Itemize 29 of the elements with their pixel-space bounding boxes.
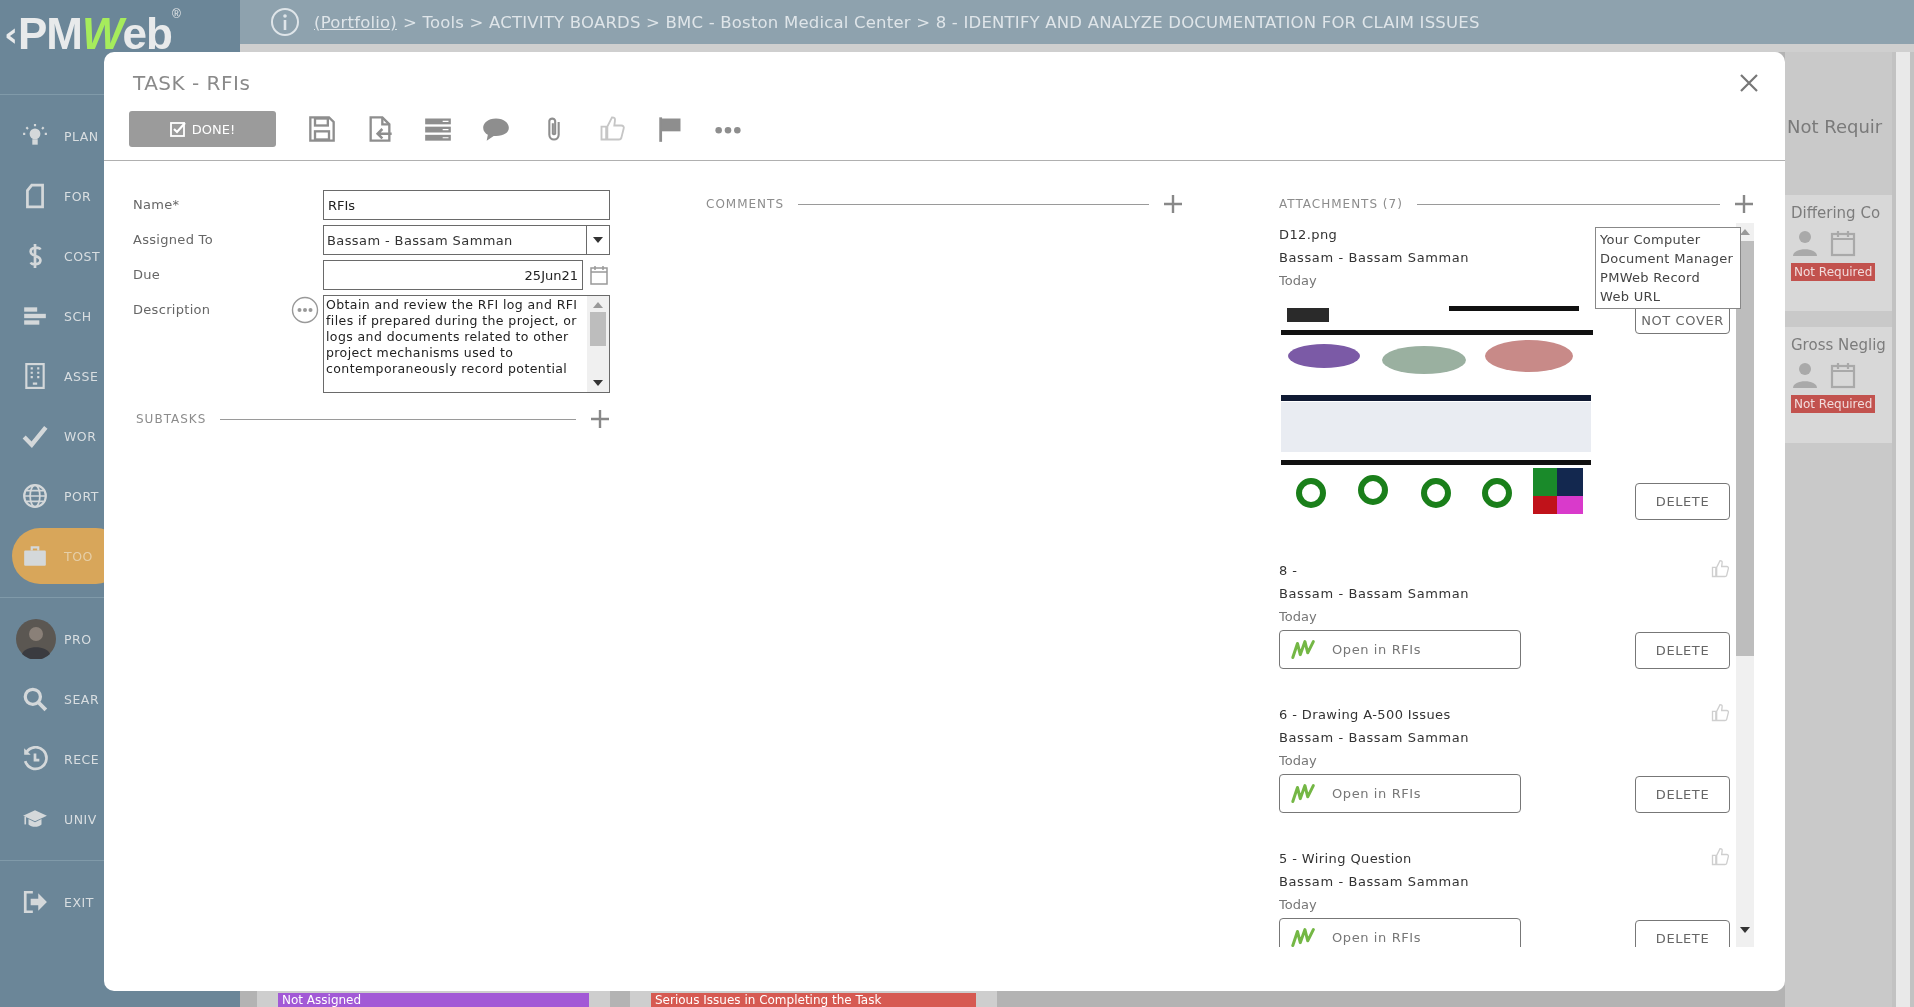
attachment-name: 5 - Wiring Question (1279, 850, 1412, 868)
attachment-date: Today (1279, 752, 1317, 770)
status-tag: Serious Issues in Completing the Task (651, 993, 976, 1007)
field-label: Assigned To (133, 231, 214, 249)
attachment-user: Bassam - Bassam Samman (1279, 873, 1470, 891)
field-label: Due (133, 266, 162, 284)
dialog-title: TASK - RFIs (133, 71, 251, 95)
attachment-date: Today (1279, 896, 1317, 914)
attachment-user: Bassam - Bassam Samman (1279, 729, 1470, 747)
attachment-name: 6 - Drawing A-500 Issues (1279, 706, 1451, 724)
attachment-date: Today (1279, 608, 1317, 626)
section-title: COMMENTS (706, 197, 785, 211)
logo: PMWeb$^{®}$ (18, 6, 180, 60)
section-title: SUBTASKS (136, 412, 207, 426)
card-title: Differing Co (1791, 203, 1882, 223)
field-label: Name* (133, 196, 181, 214)
card-title: Gross Neglig (1791, 335, 1887, 355)
attachment-date: Today (1279, 272, 1317, 290)
section-title: ATTACHMENTS (7) (1279, 197, 1403, 211)
status-tag: Not Assigned (278, 993, 589, 1007)
column-title: Not Requir (1786, 115, 1884, 139)
status-tag: Not Required (1791, 395, 1876, 413)
attachment-name: 8 - (1279, 562, 1298, 580)
attachment-user: Bassam - Bassam Samman (1279, 249, 1470, 267)
status-tag: Not Required (1791, 263, 1876, 281)
attachment-name: D12.png (1279, 226, 1338, 244)
breadcrumb-path: > Tools > ACTIVITY BOARDS > BMC - Boston Medical Center > 8 - IDENTIFY AND ANALYZE DOCUMENTATION FOR CLAIM ISSUES (402, 12, 1480, 32)
field-label: Description (133, 301, 211, 319)
attachment-user: Bassam - Bassam Samman (1279, 585, 1470, 603)
